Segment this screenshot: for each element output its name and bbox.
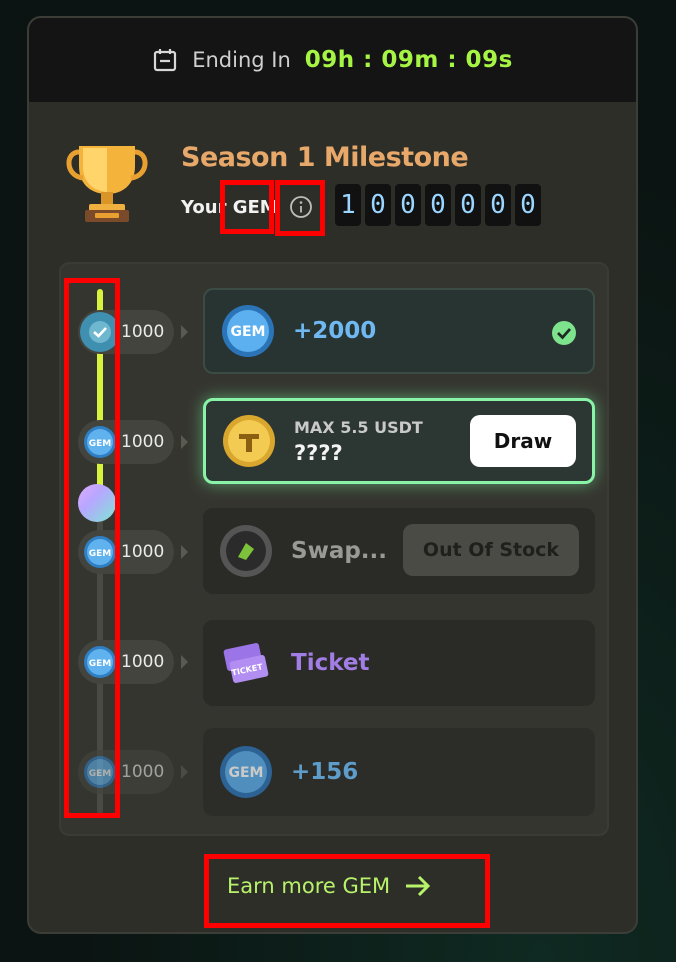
gem-digit: 0	[515, 184, 541, 226]
swap-reward-label: Swap...	[291, 538, 388, 564]
tier-threshold: 1000	[121, 652, 165, 672]
milestone-track-panel: 1000 GEM 1000 GEM 1000 GEM 1000 GEM 1000…	[59, 262, 609, 836]
max-usdt-label: MAX 5.5 USDT	[294, 417, 423, 437]
hidden-reward-label: ????	[294, 440, 343, 465]
draw-button[interactable]: Draw	[470, 415, 576, 467]
out-of-stock-button[interactable]: Out Of Stock	[403, 524, 579, 576]
calendar-icon	[154, 49, 177, 72]
gem-digit: 0	[485, 184, 511, 226]
ending-in-label: Ending In	[192, 48, 291, 72]
reward-row-ticket: TICKET Ticket	[203, 620, 595, 706]
chevron-right-icon	[181, 765, 188, 779]
trophy-icon	[66, 146, 148, 222]
tier-threshold: 1000	[121, 322, 165, 342]
tier-threshold: 1000	[121, 762, 165, 782]
gem-icon: GEM	[220, 746, 272, 798]
gem-digit: 1	[335, 184, 361, 226]
svg-text:GEM: GEM	[231, 324, 266, 340]
chevron-right-icon	[181, 435, 188, 449]
usdt-reward-text: MAX 5.5 USDT ????	[294, 418, 423, 465]
countdown-timer: 09h : 09m : 09s	[304, 47, 513, 73]
svg-text:GEM: GEM	[229, 765, 264, 781]
chevron-right-icon	[181, 545, 188, 559]
countdown-header: Ending In 09h : 09m : 09s	[29, 18, 636, 102]
gem-balance-digits: 1 0 0 0 0 0 0	[335, 184, 541, 226]
tier-threshold: 1000	[121, 542, 165, 562]
gem-digit: 0	[395, 184, 421, 226]
tier-threshold: 1000	[121, 432, 165, 452]
reward-row-gem-156: GEM +156	[203, 728, 595, 816]
highlight-box-gem-label	[220, 180, 274, 234]
reward-row-gem-2000: GEM +2000	[203, 288, 595, 374]
reward-amount: +156	[291, 759, 359, 785]
ticket-reward-label: Ticket	[291, 650, 370, 676]
usdt-coin-icon	[223, 415, 275, 467]
ticket-icon: TICKET	[223, 643, 269, 683]
reward-row-usdt: MAX 5.5 USDT ???? Draw	[203, 398, 595, 484]
reward-amount: +2000	[293, 318, 377, 344]
check-circle-icon	[552, 321, 576, 345]
highlight-box-track	[64, 278, 120, 818]
chevron-right-icon	[181, 325, 188, 339]
gem-icon: GEM	[222, 305, 274, 357]
gem-digit: 0	[455, 184, 481, 226]
highlight-box-info	[275, 180, 325, 236]
swap-token-icon	[220, 525, 272, 577]
chevron-right-icon	[181, 655, 188, 669]
gem-digit: 0	[425, 184, 451, 226]
highlight-box-earn	[204, 854, 490, 928]
season-title: Season 1 Milestone	[181, 142, 469, 173]
gem-digit: 0	[365, 184, 391, 226]
reward-row-swap: Swap... Out Of Stock	[203, 508, 595, 594]
